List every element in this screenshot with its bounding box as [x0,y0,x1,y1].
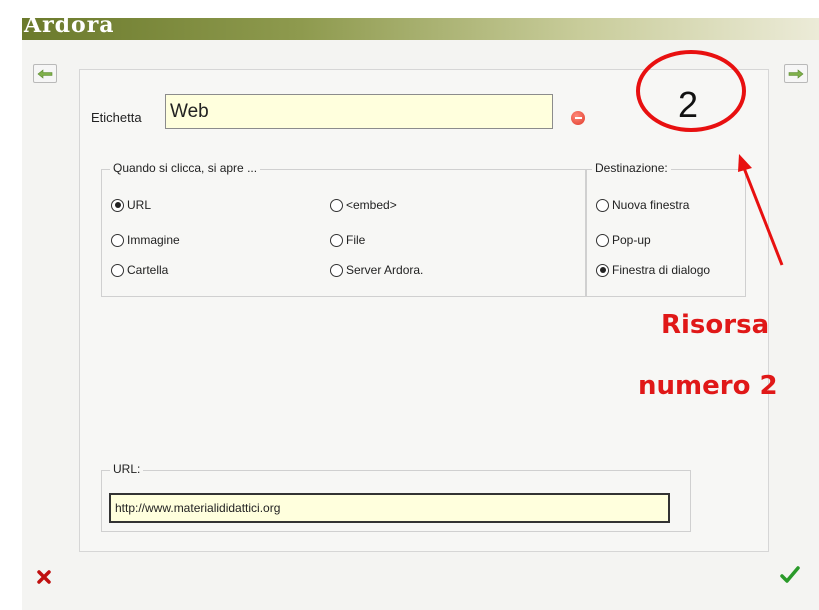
annotation-line2: numero 2 [638,371,778,401]
annotation-line1: Risorsa [661,310,770,340]
annotation-arrow-icon [738,154,784,266]
